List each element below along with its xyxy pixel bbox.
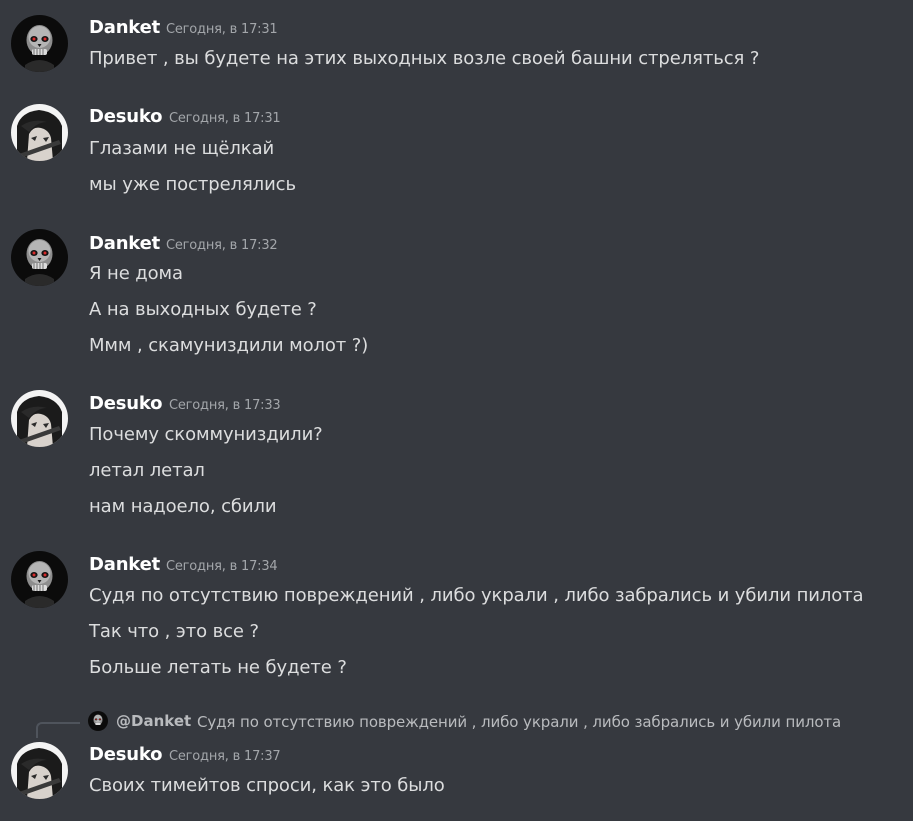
message-timestamp: Сегодня, в 17:31: [169, 111, 281, 126]
author-name[interactable]: Danket: [89, 233, 160, 254]
message-timestamp: Сегодня, в 17:34: [166, 559, 278, 574]
avatar[interactable]: [11, 551, 68, 608]
reply-preview-text[interactable]: Судя по отсутствию повреждений , либо ук…: [197, 713, 841, 731]
avatar[interactable]: [11, 104, 68, 161]
message-timestamp: Сегодня, в 17:32: [166, 238, 278, 253]
skull-icon: [11, 229, 68, 286]
message-text: А на выходных будете ?: [89, 299, 317, 320]
message-text: мы уже пострелялись: [89, 174, 296, 195]
message-text: Своих тимейтов спроси, как это было: [89, 775, 445, 796]
message-text: Больше летать не будете ?: [89, 657, 347, 678]
avatar[interactable]: [11, 229, 68, 286]
message-text: Глазами не щёлкай: [89, 138, 275, 159]
anime-character-icon: [11, 742, 68, 799]
message-text: нам надоело, сбили: [89, 496, 277, 517]
reply-mention[interactable]: @Danket: [116, 712, 191, 730]
avatar[interactable]: [11, 390, 68, 447]
message-text: Привет , вы будете на этих выходных возл…: [89, 48, 760, 69]
avatar[interactable]: [11, 15, 68, 72]
author-name[interactable]: Desuko: [89, 106, 163, 127]
author-name[interactable]: Danket: [89, 17, 160, 38]
message-timestamp: Сегодня, в 17:33: [169, 398, 281, 413]
message-timestamp: Сегодня, в 17:31: [166, 22, 278, 37]
avatar[interactable]: [11, 742, 68, 799]
author-name[interactable]: Desuko: [89, 744, 163, 765]
anime-character-icon: [11, 104, 68, 161]
skull-icon: [88, 711, 108, 731]
anime-character-icon: [11, 390, 68, 447]
chat-message-list: Danket Сегодня, в 17:31 Привет , вы буде…: [0, 0, 913, 821]
message-timestamp: Сегодня, в 17:37: [169, 749, 281, 764]
author-name[interactable]: Danket: [89, 554, 160, 575]
skull-icon: [11, 15, 68, 72]
skull-icon: [11, 551, 68, 608]
message-text: Так что , это все ?: [89, 621, 259, 642]
message-text: Ммм , скамуниздили молот ?): [89, 335, 369, 356]
message-text: Я не дома: [89, 263, 183, 284]
message-text: Почему скоммуниздили?: [89, 424, 323, 445]
message-text: летал летал: [89, 460, 205, 481]
reply-connector: [36, 722, 80, 738]
author-name[interactable]: Desuko: [89, 393, 163, 414]
reply-avatar[interactable]: [88, 711, 108, 731]
message-text: Судя по отсутствию повреждений , либо ук…: [89, 585, 864, 606]
